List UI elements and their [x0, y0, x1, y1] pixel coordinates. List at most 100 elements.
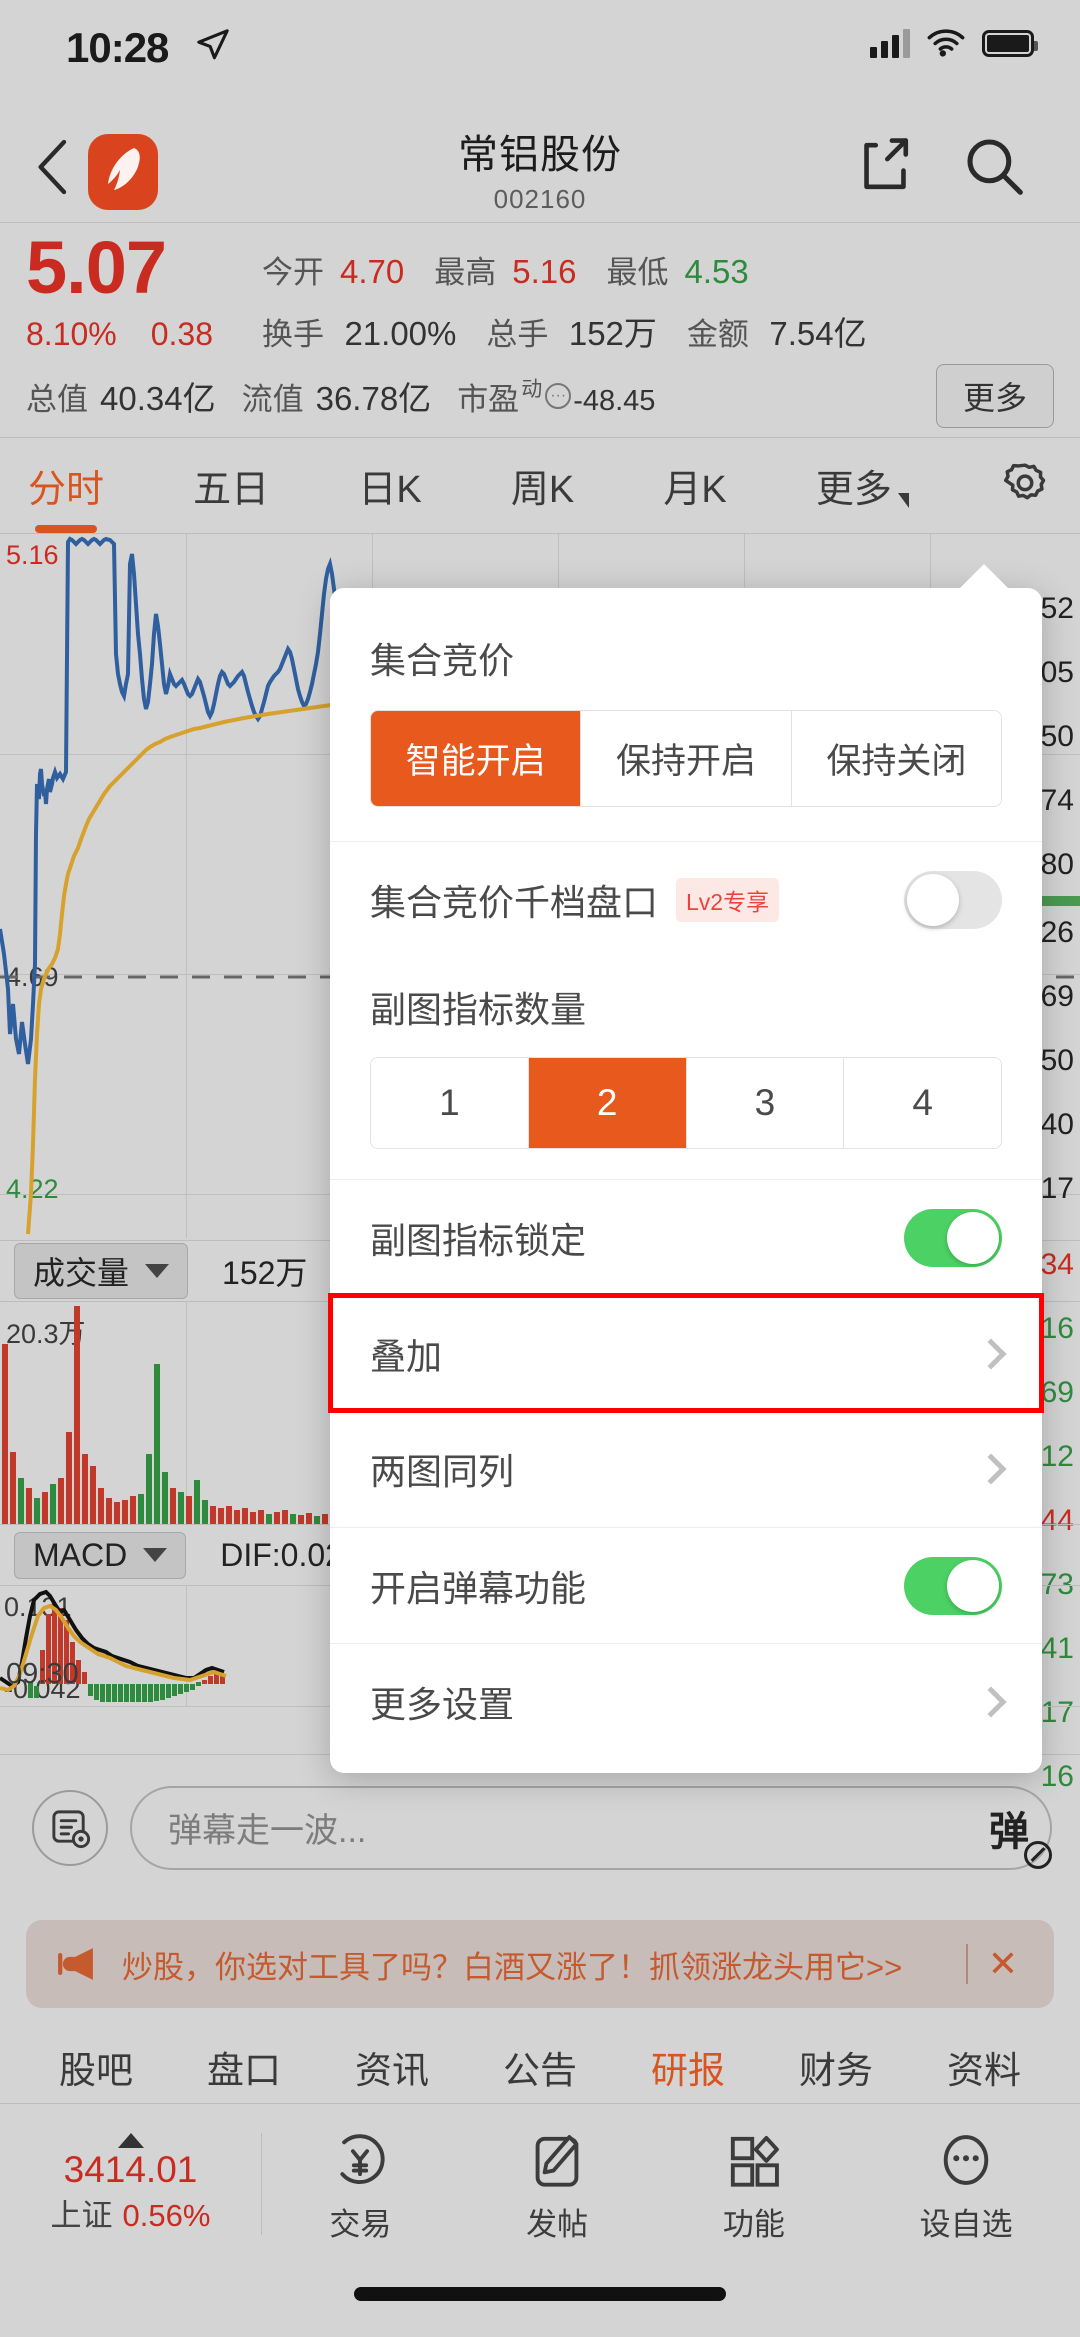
index-widget[interactable]: 3414.01 上证 0.56% [0, 2132, 262, 2236]
chevron-right-icon [975, 1337, 1007, 1370]
sub-count-option-2[interactable]: 2 [527, 1058, 686, 1148]
more-settings-label: 更多设置 [370, 1683, 515, 1725]
sub-indicator-lock-label: 副图指标锁定 [370, 1219, 587, 1261]
danmaku-feature-row[interactable]: 开启弹幕功能 [330, 1527, 1042, 1643]
bottom-action-bar: 3414.01 上证 0.56% 交易 发帖 功能 设自选 [0, 2104, 1080, 2264]
change-absolute: 0.38 [150, 316, 214, 352]
more-dots-icon [920, 2125, 1013, 2195]
sub-indicator-count-title: 副图指标数量 [370, 989, 587, 1030]
tab-more[interactable]: 更多 [816, 458, 909, 513]
tab-monthly-k[interactable]: 月K [663, 458, 726, 513]
macd-indicator-selector[interactable]: MACD [14, 1531, 187, 1579]
ad-banner-inner[interactable]: 炒股，你选对工具了吗？白酒又涨了！抓领涨龙头用它>> ✕ [26, 1920, 1054, 2008]
stock-code: 002160 [493, 184, 587, 214]
auction-option-keep-off[interactable]: 保持关闭 [790, 711, 1001, 806]
danmaku-feature-toggle[interactable] [904, 1556, 1002, 1615]
sub-count-option-3[interactable]: 3 [685, 1058, 844, 1148]
action-watchlist[interactable]: 设自选 [920, 2125, 1013, 2244]
field-value: 40.34亿 [100, 380, 216, 417]
volume-indicator-selector[interactable]: 成交量 [14, 1243, 189, 1299]
danmaku-feature-label: 开启弹幕功能 [370, 1567, 587, 1609]
sub-indicator-lock-toggle[interactable] [904, 1208, 1002, 1267]
nav-bar: 常铝股份 002160 [0, 112, 1080, 222]
period-tab-bar: 分时 五日 日K 周K 月K 更多 [0, 437, 1080, 533]
sectab-guba[interactable]: 股吧 [59, 2040, 133, 2094]
info-dots-icon[interactable]: ··· [545, 382, 572, 409]
action-trade[interactable]: 交易 [329, 2125, 391, 2244]
two-charts-row[interactable]: 两图同列 [330, 1411, 1042, 1527]
field-label: 总值 [26, 382, 88, 417]
quote-fields-row2: 换手 21.00% 总手 152万 金额 7.54亿 [262, 307, 1054, 355]
field-label: 最高 [434, 255, 497, 290]
tab-daily-k[interactable]: 日K [358, 458, 421, 513]
overlay-row[interactable]: 叠加 [328, 1293, 1044, 1413]
auction-option-smart[interactable]: 智能开启 [371, 711, 581, 806]
quote-field-amount: 金额 7.54亿 [687, 307, 867, 355]
chevron-right-icon [975, 1453, 1007, 1485]
auction-depth-row[interactable]: 集合竞价千档盘口 Lv2专享 [330, 841, 1042, 957]
cellular-signal-icon [870, 28, 910, 58]
sectab-news[interactable]: 资讯 [355, 2040, 429, 2094]
action-function[interactable]: 功能 [723, 2125, 785, 2244]
auction-option-group: 智能开启 保持开启 保持关闭 [370, 710, 1002, 807]
sectab-research[interactable]: 研报 [651, 2040, 725, 2094]
quote-field-high: 最高 5.16 [434, 247, 576, 292]
pe-value: -48.45 [573, 384, 656, 417]
sub-count-option-4[interactable]: 4 [843, 1058, 1001, 1148]
tab-weekly-k[interactable]: 周K [511, 458, 574, 513]
danmaku-input[interactable]: 弹幕走一波... [130, 1785, 1052, 1870]
quote-fields-row1: 今开 4.70 最高 5.16 最低 4.53 [262, 231, 1054, 292]
quote-row-primary: 5.07 今开 4.70 最高 5.16 最低 4.53 [26, 231, 1054, 305]
bottom-actions: 交易 发帖 功能 设自选 [262, 2125, 1080, 2244]
popup-arrow [958, 564, 1010, 590]
sectab-pankou[interactable]: 盘口 [207, 2040, 281, 2094]
volume-indicator-label: 成交量 [33, 1255, 130, 1291]
pe-superscript: 动 [521, 377, 543, 401]
share-icon[interactable] [856, 136, 914, 196]
sub-indicator-lock-row[interactable]: 副图指标锁定 [330, 1179, 1042, 1295]
grid-function-icon [723, 2125, 785, 2195]
caret-down-icon [143, 1548, 168, 1562]
gear-icon[interactable] [998, 459, 1052, 513]
auction-option-keep-on[interactable]: 保持开启 [580, 711, 791, 806]
ad-banner[interactable]: 炒股，你选对工具了吗？白酒又涨了！抓领涨龙头用它>> ✕ [0, 1906, 1080, 2022]
field-value: 5.16 [512, 253, 577, 290]
index-name: 上证 [50, 2198, 113, 2234]
more-button[interactable]: 更多 [935, 364, 1054, 428]
danmaku-bar: 弹幕走一波... 弹 [0, 1754, 1080, 1900]
comment-list-icon[interactable] [32, 1789, 108, 1866]
auction-section-title: 集合竞价 [370, 640, 515, 681]
quote-row-tertiary: 总值 40.34亿 流值 36.78亿 市盈 动 ··· -48.45 更多 [26, 364, 1054, 428]
megaphone-icon [58, 1948, 93, 1980]
sectab-finance[interactable]: 财务 [799, 2040, 873, 2094]
field-value: 36.78亿 [315, 380, 432, 417]
battery-full-icon [982, 29, 1038, 57]
sub-indicator-count-group: 1 2 3 4 [370, 1057, 1002, 1149]
change-group: 8.10% 0.38 [26, 316, 262, 353]
tab-intraday[interactable]: 分时 [28, 458, 104, 513]
tab-five-day[interactable]: 五日 [193, 458, 269, 513]
change-percent: 8.10% [26, 316, 117, 352]
nav-title-wrap: 常铝股份 002160 [0, 122, 1080, 215]
close-icon[interactable]: ✕ [988, 1943, 1026, 1985]
auction-depth-toggle[interactable] [904, 870, 1002, 929]
action-post[interactable]: 发帖 [526, 2125, 588, 2244]
yuan-trade-icon [329, 2125, 391, 2195]
index-percent: 0.56% [122, 2198, 211, 2234]
sub-count-option-1[interactable]: 1 [371, 1058, 528, 1148]
last-price: 5.07 [26, 226, 167, 309]
danmaku-mute-badge-icon [1024, 1840, 1052, 1869]
sectab-notice[interactable]: 公告 [503, 2040, 577, 2094]
danmaku-send-icon[interactable]: 弹 [970, 1789, 1052, 1869]
more-settings-row[interactable]: 更多设置 [330, 1643, 1042, 1759]
status-bar: 10:28 [0, 0, 1080, 112]
chart-settings-popup: 集合竞价 智能开启 保持开启 保持关闭 集合竞价千档盘口 Lv2专享 副图指标数… [328, 564, 1044, 1773]
quote-field-pe[interactable]: 市盈 动 ··· -48.45 [457, 374, 655, 419]
search-icon[interactable] [964, 136, 1024, 196]
field-value: 4.53 [684, 253, 749, 290]
field-value: 7.54亿 [769, 315, 867, 352]
quote-panel: 5.07 今开 4.70 最高 5.16 最低 4.53 8.10% 0.38 … [0, 222, 1080, 437]
sectab-profile[interactable]: 资料 [947, 2040, 1021, 2094]
field-label: 今开 [262, 255, 324, 290]
caret-down-icon [897, 493, 909, 508]
